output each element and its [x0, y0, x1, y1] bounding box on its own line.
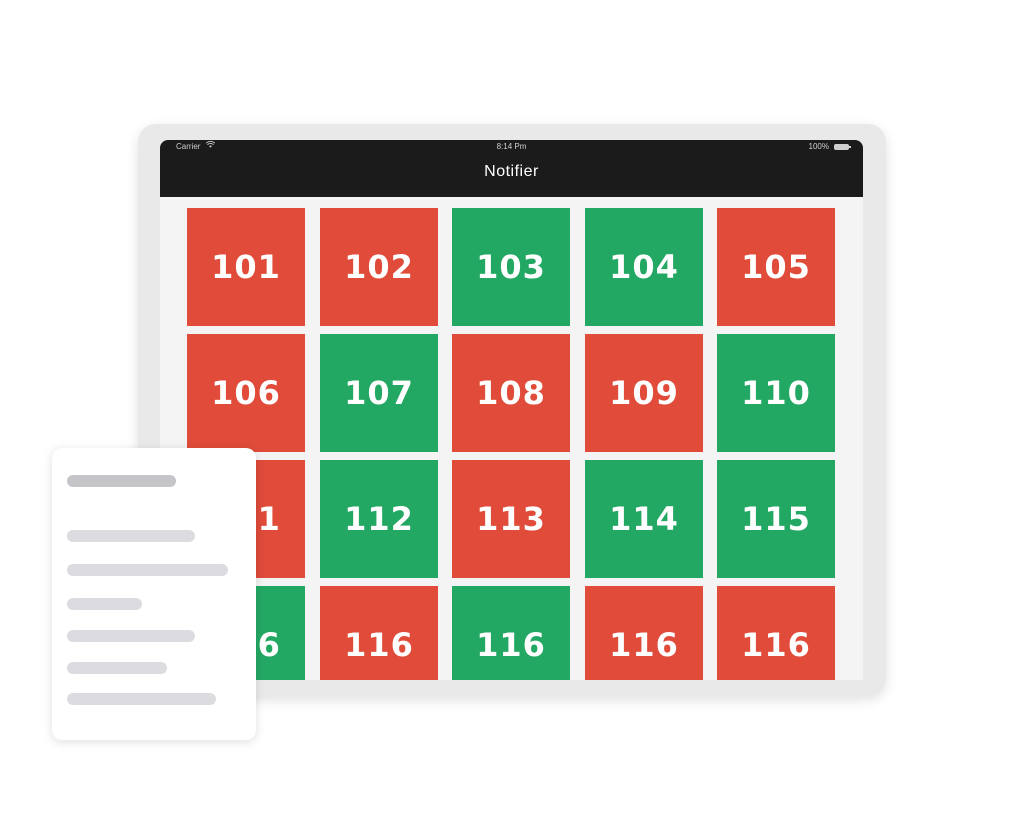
room-tile-103[interactable]: 103 — [452, 208, 570, 326]
document-text-line — [67, 530, 195, 542]
room-tile-116[interactable]: 116 — [320, 586, 438, 680]
room-tile-109[interactable]: 109 — [585, 334, 703, 452]
document-card — [52, 448, 256, 740]
room-tile-104[interactable]: 104 — [585, 208, 703, 326]
battery-icon — [834, 144, 851, 150]
document-text-line — [67, 598, 142, 610]
page-title: Notifier — [484, 163, 539, 180]
room-tile-110[interactable]: 110 — [717, 334, 835, 452]
room-tile-106[interactable]: 106 — [187, 334, 305, 452]
room-tile-105[interactable]: 105 — [717, 208, 835, 326]
document-heading-line — [67, 475, 176, 487]
status-time: 8:14 Pm — [496, 142, 527, 151]
document-text-line — [67, 693, 216, 705]
document-text-line — [67, 662, 167, 674]
room-tile-116[interactable]: 116 — [452, 586, 570, 680]
room-tile-116[interactable]: 116 — [717, 586, 835, 680]
room-tile-101[interactable]: 101 — [187, 208, 305, 326]
room-tile-102[interactable]: 102 — [320, 208, 438, 326]
room-tile-115[interactable]: 115 — [717, 460, 835, 578]
room-tile-113[interactable]: 113 — [452, 460, 570, 578]
document-text-line — [67, 564, 228, 576]
room-tile-112[interactable]: 112 — [320, 460, 438, 578]
room-tile-116[interactable]: 116 — [585, 586, 703, 680]
room-tile-114[interactable]: 114 — [585, 460, 703, 578]
room-tile-107[interactable]: 107 — [320, 334, 438, 452]
battery-percent: 100% — [808, 142, 829, 151]
app-screen: Carrier 8:14 Pm 100% Notifier 101 102 103 1… — [160, 140, 863, 680]
room-tile-108[interactable]: 108 — [452, 334, 570, 452]
status-bar: Carrier 8:14 Pm 100% — [160, 140, 863, 154]
navigation-bar: Notifier — [160, 154, 863, 197]
document-text-line — [67, 630, 195, 642]
